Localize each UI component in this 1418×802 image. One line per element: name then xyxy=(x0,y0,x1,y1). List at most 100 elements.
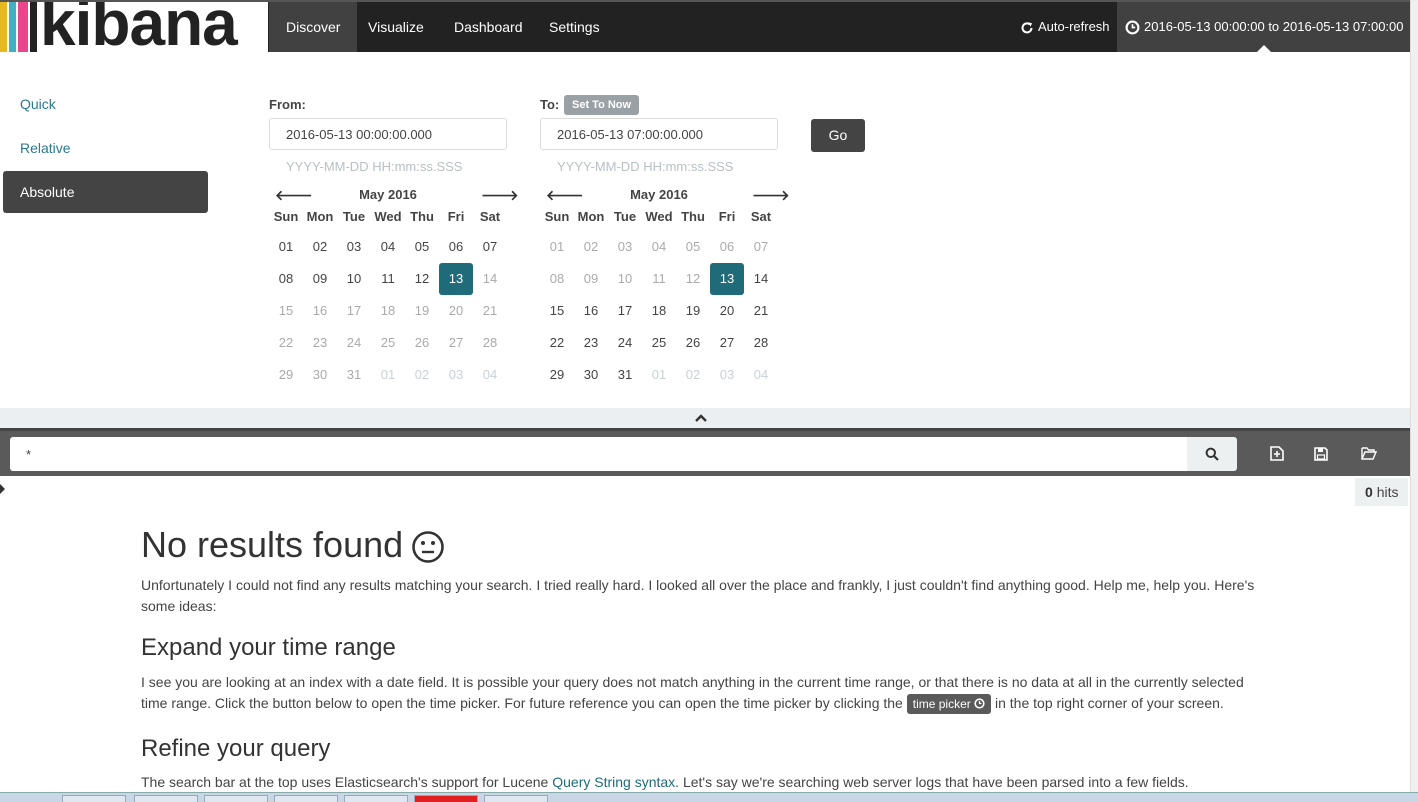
taskbar-item[interactable] xyxy=(62,795,126,802)
calendar-day[interactable]: 06 xyxy=(710,231,744,263)
taskbar-item[interactable] xyxy=(344,795,408,802)
calendar-day[interactable]: 12 xyxy=(676,263,710,295)
calendar-day[interactable]: 27 xyxy=(710,327,744,359)
taskbar-item[interactable] xyxy=(134,795,198,802)
calendar-day[interactable]: 26 xyxy=(405,327,439,359)
nav-visualize[interactable]: Visualize xyxy=(351,2,441,52)
calendar-day[interactable]: 31 xyxy=(608,359,642,391)
calendar-day[interactable]: 05 xyxy=(676,231,710,263)
calendar-day[interactable]: 04 xyxy=(371,231,405,263)
calendar-day[interactable]: 08 xyxy=(540,263,574,295)
calendar-day[interactable]: 15 xyxy=(540,295,574,327)
calendar-day[interactable]: 08 xyxy=(269,263,303,295)
prev-month-icon[interactable]: 🡐 xyxy=(275,185,313,205)
taskbar-item[interactable] xyxy=(414,795,478,802)
time-picker-toggle[interactable]: 2016-05-13 00:00:00 to 2016-05-13 07:00:… xyxy=(1117,2,1410,52)
auto-refresh-button[interactable]: Auto-refresh xyxy=(1010,2,1120,52)
calendar-day[interactable]: 19 xyxy=(676,295,710,327)
new-search-button[interactable] xyxy=(1264,441,1290,467)
calendar-day[interactable]: 03 xyxy=(439,359,473,391)
calendar-day[interactable]: 10 xyxy=(337,263,371,295)
calendar-day[interactable]: 02 xyxy=(574,231,608,263)
calendar-day[interactable]: 02 xyxy=(405,359,439,391)
calendar-day[interactable]: 02 xyxy=(303,231,337,263)
calendar-day[interactable]: 15 xyxy=(269,295,303,327)
calendar-day[interactable]: 01 xyxy=(540,231,574,263)
search-input[interactable] xyxy=(10,437,1188,471)
taskbar-item[interactable] xyxy=(484,795,548,802)
calendar-day[interactable]: 17 xyxy=(608,295,642,327)
calendar-day[interactable]: 25 xyxy=(371,327,405,359)
save-search-button[interactable] xyxy=(1308,441,1334,467)
calendar-day[interactable]: 06 xyxy=(439,231,473,263)
calendar-day[interactable]: 04 xyxy=(744,359,778,391)
calendar-day[interactable]: 31 xyxy=(337,359,371,391)
to-datetime-input[interactable] xyxy=(540,118,778,150)
calendar-day[interactable]: 01 xyxy=(642,359,676,391)
calendar-day[interactable]: 19 xyxy=(405,295,439,327)
calendar-day[interactable]: 02 xyxy=(676,359,710,391)
go-button[interactable]: Go xyxy=(811,119,865,152)
calendar-day[interactable]: 22 xyxy=(540,327,574,359)
calendar-day[interactable]: 01 xyxy=(269,231,303,263)
calendar-day[interactable]: 09 xyxy=(574,263,608,295)
calendar-day[interactable]: 28 xyxy=(473,327,507,359)
calendar-day[interactable]: 24 xyxy=(608,327,642,359)
calendar-day[interactable]: 30 xyxy=(574,359,608,391)
calendar-day[interactable]: 18 xyxy=(642,295,676,327)
calendar-day[interactable]: 04 xyxy=(473,359,507,391)
nav-discover[interactable]: Discover xyxy=(269,2,358,52)
set-to-now-button[interactable]: Set To Now xyxy=(564,95,640,115)
calendar-day[interactable]: 07 xyxy=(744,231,778,263)
calendar-day[interactable]: 18 xyxy=(371,295,405,327)
query-string-syntax-link[interactable]: Query String syntax xyxy=(552,774,675,790)
calendar-day[interactable]: 21 xyxy=(744,295,778,327)
mode-relative[interactable]: Relative xyxy=(3,127,208,169)
calendar-day[interactable]: 22 xyxy=(269,327,303,359)
calendar-day[interactable]: 03 xyxy=(337,231,371,263)
calendar-day[interactable]: 14 xyxy=(744,263,778,295)
calendar-day[interactable]: 17 xyxy=(337,295,371,327)
from-datetime-input[interactable] xyxy=(269,118,507,150)
calendar-day[interactable]: 28 xyxy=(744,327,778,359)
calendar-day[interactable]: 27 xyxy=(439,327,473,359)
calendar-day[interactable]: 03 xyxy=(710,359,744,391)
sidebar-toggle-icon[interactable] xyxy=(0,484,5,494)
calendar-day[interactable]: 05 xyxy=(405,231,439,263)
calendar-day[interactable]: 09 xyxy=(303,263,337,295)
calendar-day[interactable]: 07 xyxy=(473,231,507,263)
calendar-day[interactable]: 13 xyxy=(439,263,473,295)
mode-quick[interactable]: Quick xyxy=(3,83,208,125)
collapse-picker-bar[interactable] xyxy=(0,408,1410,428)
calendar-day[interactable]: 26 xyxy=(676,327,710,359)
calendar-day[interactable]: 29 xyxy=(269,359,303,391)
calendar-day[interactable]: 11 xyxy=(371,263,405,295)
calendar-day[interactable]: 10 xyxy=(608,263,642,295)
calendar-day[interactable]: 21 xyxy=(473,295,507,327)
next-month-icon[interactable]: 🡒 xyxy=(481,185,519,205)
open-search-button[interactable] xyxy=(1356,441,1382,467)
taskbar-item[interactable] xyxy=(204,795,268,802)
calendar-day[interactable]: 20 xyxy=(439,295,473,327)
calendar-day[interactable]: 29 xyxy=(540,359,574,391)
calendar-day[interactable]: 01 xyxy=(371,359,405,391)
calendar-day[interactable]: 23 xyxy=(574,327,608,359)
calendar-day[interactable]: 12 xyxy=(405,263,439,295)
calendar-day[interactable]: 20 xyxy=(710,295,744,327)
nav-settings[interactable]: Settings xyxy=(532,2,617,52)
calendar-day[interactable]: 23 xyxy=(303,327,337,359)
calendar-day[interactable]: 24 xyxy=(337,327,371,359)
next-month-icon[interactable]: 🡒 xyxy=(752,185,790,205)
calendar-day[interactable]: 16 xyxy=(574,295,608,327)
calendar-day[interactable]: 14 xyxy=(473,263,507,295)
time-picker-chip[interactable]: time picker xyxy=(906,694,992,715)
calendar-day[interactable]: 11 xyxy=(642,263,676,295)
taskbar-item[interactable] xyxy=(274,795,338,802)
calendar-day[interactable]: 16 xyxy=(303,295,337,327)
kibana-logo[interactable]: kibana xyxy=(0,2,268,52)
calendar-day[interactable]: 25 xyxy=(642,327,676,359)
mode-absolute[interactable]: Absolute xyxy=(3,171,208,213)
calendar-day[interactable]: 03 xyxy=(608,231,642,263)
calendar-day[interactable]: 30 xyxy=(303,359,337,391)
calendar-day[interactable]: 04 xyxy=(642,231,676,263)
